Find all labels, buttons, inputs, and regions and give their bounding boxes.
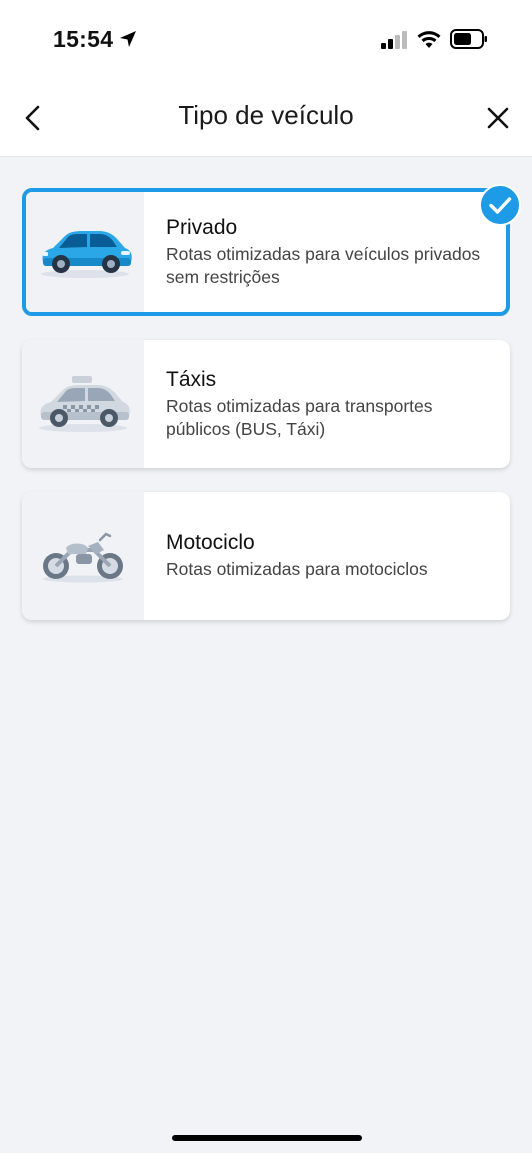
vehicle-option-title: Motociclo (166, 531, 255, 554)
battery-icon (450, 29, 487, 49)
vehicle-image (22, 340, 144, 468)
vehicle-option-description: Rotas otimizadas para motociclos (166, 559, 428, 579)
vehicle-option-motorcycle[interactable]: Motociclo Rotas otimizadas para motocicl… (22, 492, 510, 620)
vehicle-option-private[interactable]: Privado Rotas otimizadas para veículos p… (22, 188, 510, 316)
home-indicator[interactable] (172, 1135, 362, 1141)
location-arrow-icon (120, 31, 136, 47)
checkmark-icon (489, 197, 512, 214)
selected-check-badge (479, 184, 521, 226)
vehicle-image (22, 492, 144, 620)
vehicle-image (26, 192, 144, 312)
nav-bar: Tipo de veículo (0, 80, 532, 157)
taxi-icon (39, 376, 130, 432)
status-bar: 15:54 (0, 0, 532, 80)
vehicle-option-text: Táxis Rotas otimizadas para transportes … (166, 340, 496, 468)
car-icon (41, 231, 132, 278)
vehicle-option-taxi[interactable]: Táxis Rotas otimizadas para transportes … (22, 340, 510, 468)
page-title: Tipo de veículo (178, 100, 354, 130)
motorcycle-icon (43, 532, 123, 583)
close-icon (487, 107, 509, 129)
vehicle-option-text: Privado Rotas otimizadas para veículos p… (166, 192, 492, 312)
cellular-signal-icon (381, 31, 407, 49)
close-button[interactable] (484, 104, 512, 132)
vehicle-option-description: Rotas otimizadas para veículos privados … (166, 243, 481, 287)
vehicle-option-title: Privado (166, 215, 238, 239)
wifi-icon (417, 31, 441, 48)
vehicle-option-text: Motociclo Rotas otimizadas para motocicl… (166, 492, 496, 620)
status-time: 15:54 (53, 26, 114, 52)
vehicle-option-title: Táxis (166, 367, 217, 391)
vehicle-option-description: Rotas otimizadas para transportes públic… (166, 395, 433, 439)
